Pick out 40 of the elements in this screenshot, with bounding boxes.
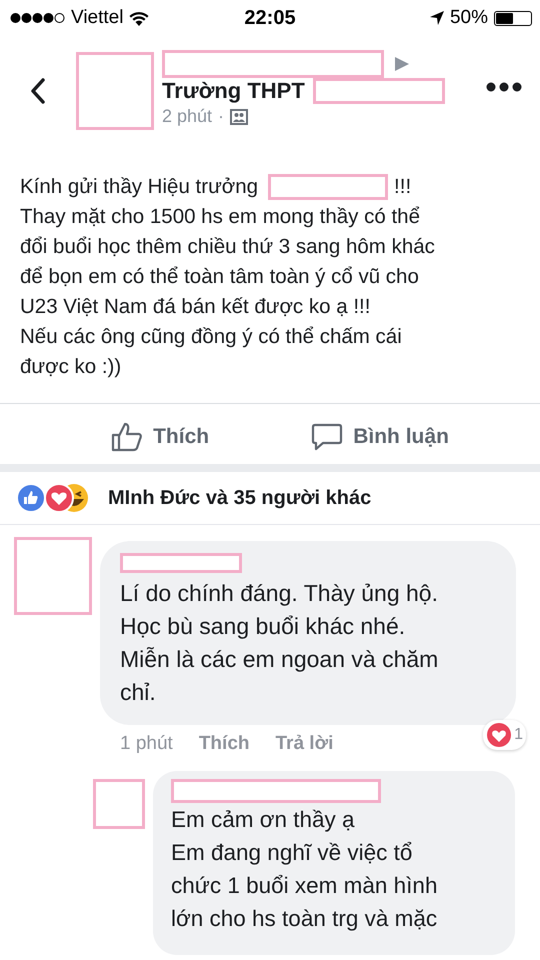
comment-text: chỉ.: [120, 678, 157, 707]
reply-text: chức 1 buổi xem màn hình: [171, 872, 438, 900]
battery-percent: 50%: [450, 7, 488, 29]
wifi-icon: [129, 10, 150, 26]
post-text: để bọn em có thể toàn tâm toàn ý cổ vũ cho: [20, 264, 420, 290]
post-text: Thay mặt cho 1500 hs em mong thầy có thể: [20, 204, 421, 230]
battery-icon: [494, 10, 532, 26]
signal-icon: [10, 12, 65, 24]
location-arrow-icon: [430, 11, 444, 25]
speech-bubble-icon: [311, 422, 344, 452]
reply-text: Em cảm ơn thầy ạ: [171, 806, 356, 834]
comment-text: Miễn là các em ngoan và chăm: [120, 645, 440, 674]
reaction-count: 1: [514, 726, 523, 744]
reply-link[interactable]: Trả lời: [276, 733, 334, 755]
carrier-name: Viettel: [71, 7, 124, 29]
play-arrow-icon: [394, 56, 410, 72]
post-text: Nếu các ông cũng đồng ý có thể chấm cái: [20, 324, 403, 350]
thumbs-up-icon: [111, 422, 144, 452]
comment-button[interactable]: Bình luận: [307, 418, 453, 456]
redaction-box: [93, 779, 145, 829]
post-text: U23 Việt Nam đá bán kết được ko ạ !!!: [20, 294, 372, 320]
like-button[interactable]: Thích: [107, 418, 214, 456]
separator-dot: ·: [218, 106, 224, 127]
group-icon: [230, 108, 248, 124]
clock-time: 22:05: [244, 6, 296, 30]
back-icon[interactable]: [30, 78, 46, 104]
author-name[interactable]: Trường THPT: [162, 78, 305, 104]
reaction-summary[interactable]: MInh Đức và 35 người khác: [108, 486, 372, 510]
reply-text: lớn cho hs toàn trg và mặc: [171, 905, 438, 933]
post-text: đổi buổi học thêm chiều thứ 3 sang hôm khác: [20, 234, 436, 260]
post-time: 2 phút: [162, 106, 212, 127]
post-text: Kính gửi thầy Hiệu trưởng: [20, 174, 258, 200]
comment-time: 1 phút: [120, 733, 173, 755]
more-icon[interactable]: [486, 82, 522, 92]
comment-text: Lí do chính đáng. Thày ủng hộ.: [120, 579, 439, 608]
post-text: được ko :)): [20, 354, 122, 380]
reply-text: Em đang nghĩ về việc tổ: [171, 839, 414, 867]
post-text: !!!: [394, 174, 412, 200]
like-link[interactable]: Thích: [198, 733, 250, 755]
comment-text: Học bù sang buổi khác nhé.: [120, 612, 406, 641]
